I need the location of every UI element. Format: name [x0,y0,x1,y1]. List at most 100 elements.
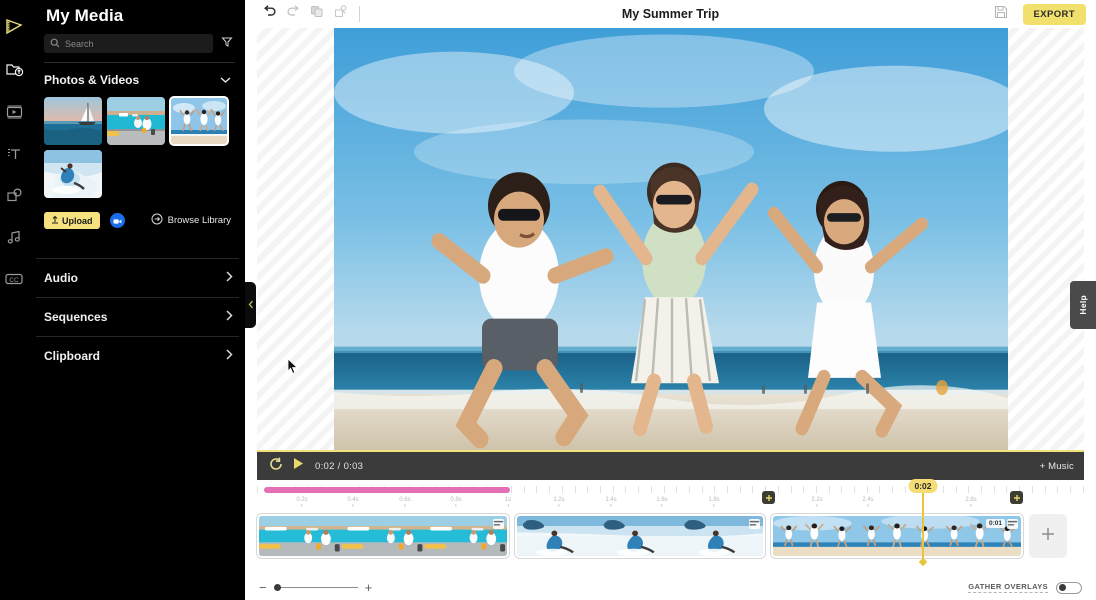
clip-dock-travelers[interactable] [257,514,509,558]
zoom-slider[interactable] [273,583,358,593]
ruler-time-label: 0.8s [450,497,462,507]
help-tab-label: Help [1078,295,1088,315]
rail-item-overlays[interactable] [0,174,28,216]
ruler-tick [790,486,792,493]
timeline-ruler[interactable]: 0.2s 0.4s 0.6s 0.8s 1s 1.2s 1.4s 1.6s 1.8s 2.2s 2.… [257,486,1084,508]
ruler-tick [625,486,627,493]
add-music-button[interactable]: + Music [1040,461,1074,472]
ruler-time-label: 1s [505,497,511,507]
restart-button[interactable] [265,455,287,477]
ruler-tick [688,486,690,493]
time-display: 0:02 / 0:03 [315,461,363,472]
ruler-tick [701,486,703,493]
playhead[interactable]: 0:02 [908,479,938,567]
ruler-tick [892,486,894,493]
video-preview-frame [333,28,1008,450]
rail-item-media[interactable] [0,90,28,132]
sidebar-item-label: Sequences [44,310,108,324]
clip-menu-icon[interactable] [749,519,760,529]
add-transition-2[interactable] [1010,491,1023,504]
sidebar-item-sequences[interactable]: Sequences [36,297,239,336]
clip-duration-badge: 0:01 [985,519,1005,528]
play-button[interactable] [287,455,309,477]
ruler-tick [561,486,563,493]
redo-button[interactable] [281,4,305,24]
ruler-tick [650,486,652,493]
plus-icon [765,489,773,507]
search-row [36,34,237,53]
toggle-knob [1059,584,1066,591]
ruler-tick [257,486,258,493]
video-preview-stage[interactable] [257,28,1084,450]
project-title: My Summer Trip [621,7,720,21]
main-area: My Summer Trip EXPORT 0:02 / 0:03 + Musi… [245,0,1096,600]
rail-item-audio[interactable] [0,216,28,258]
clip-menu-icon[interactable] [493,519,504,529]
ruler-time-label: 1.6s [656,497,668,507]
ruler-time-label: 1.4s [605,497,617,507]
filter-button[interactable] [219,36,235,52]
timeline-panel: 0.2s 0.4s 0.6s 0.8s 1s 1.2s 1.4s 1.6s 1.8s 2.2s 2.… [245,479,1096,600]
closed-caption-icon: CC [4,271,24,287]
chevron-down-icon[interactable] [220,71,231,89]
ruler-tick [1031,486,1033,493]
browse-library-label: Browse Library [167,215,231,226]
thumbnail-surfer-splash[interactable] [44,150,102,198]
rail-item-logo[interactable] [0,6,28,48]
undo-arrow-icon [262,5,277,23]
ruler-tick [676,486,678,493]
gather-overlays-toggle[interactable] [1056,581,1082,594]
copy-button[interactable] [305,4,329,24]
zoom-slider-handle[interactable] [273,584,281,591]
ruler-tick [511,486,513,493]
plus-icon [1040,526,1056,547]
ruler-tick [599,486,601,493]
export-button[interactable]: EXPORT [1022,3,1086,25]
sidebar-item-label: Clipboard [44,349,100,363]
undo-button[interactable] [257,4,281,24]
rail-item-upload[interactable] [0,48,28,90]
ruler-tick [866,486,868,493]
browse-library-button[interactable]: Browse Library [151,213,231,228]
upload-button[interactable]: Upload [44,212,100,229]
save-button[interactable] [989,4,1013,24]
section-label: Photos & Videos [44,73,140,87]
rail-item-captions[interactable]: CC [0,258,28,300]
search-input-wrap[interactable] [44,34,213,53]
gather-overlays-label: GATHER OVERLAYS [968,582,1048,593]
thumbnail-dock-travelers[interactable] [107,97,165,145]
add-transition-1[interactable] [762,491,775,504]
add-clip-button[interactable] [1029,514,1067,558]
help-tab[interactable]: Help [1070,281,1096,329]
ruler-tick [574,486,576,493]
clip-surfer-splash[interactable] [515,514,765,558]
shapes-overlay-icon [5,187,24,204]
sidebar-item-audio[interactable]: Audio [36,258,239,297]
progress-bar[interactable] [264,487,510,493]
record-video-button[interactable] [109,213,125,228]
zoom-out-button[interactable]: − [259,581,267,594]
clip-menu-icon[interactable] [1007,519,1018,529]
section-photos-videos[interactable]: Photos & Videos [36,63,237,97]
toolbar-right: EXPORT [989,3,1086,25]
ruler-tick [968,486,970,493]
ruler-time-label: 1.2s [553,497,565,507]
sidebar-collapse-handle[interactable] [245,282,256,328]
redo-arrow-icon [286,5,301,23]
paste-button[interactable] [329,4,353,24]
thumbnail-beach-jumpers[interactable] [169,96,229,146]
film-strip-icon [5,103,24,120]
sidebar-item-clipboard[interactable]: Clipboard [36,336,239,375]
upload-arrow-icon [51,215,59,226]
ruler-tick [1082,486,1084,493]
ruler-tick [955,486,957,493]
ruler-time-label: 0.2s [296,497,308,507]
filter-funnel-icon [221,35,233,53]
rail-item-text[interactable] [0,132,28,174]
zoom-in-button[interactable]: + [365,581,373,594]
thumbnail-sailboat-sunset[interactable] [44,97,102,145]
clip-beach-jumpers[interactable]: 0:01 [771,514,1023,558]
ruler-tick [828,486,830,493]
ruler-time-label: 1.8s [708,497,720,507]
search-input[interactable] [65,38,207,49]
